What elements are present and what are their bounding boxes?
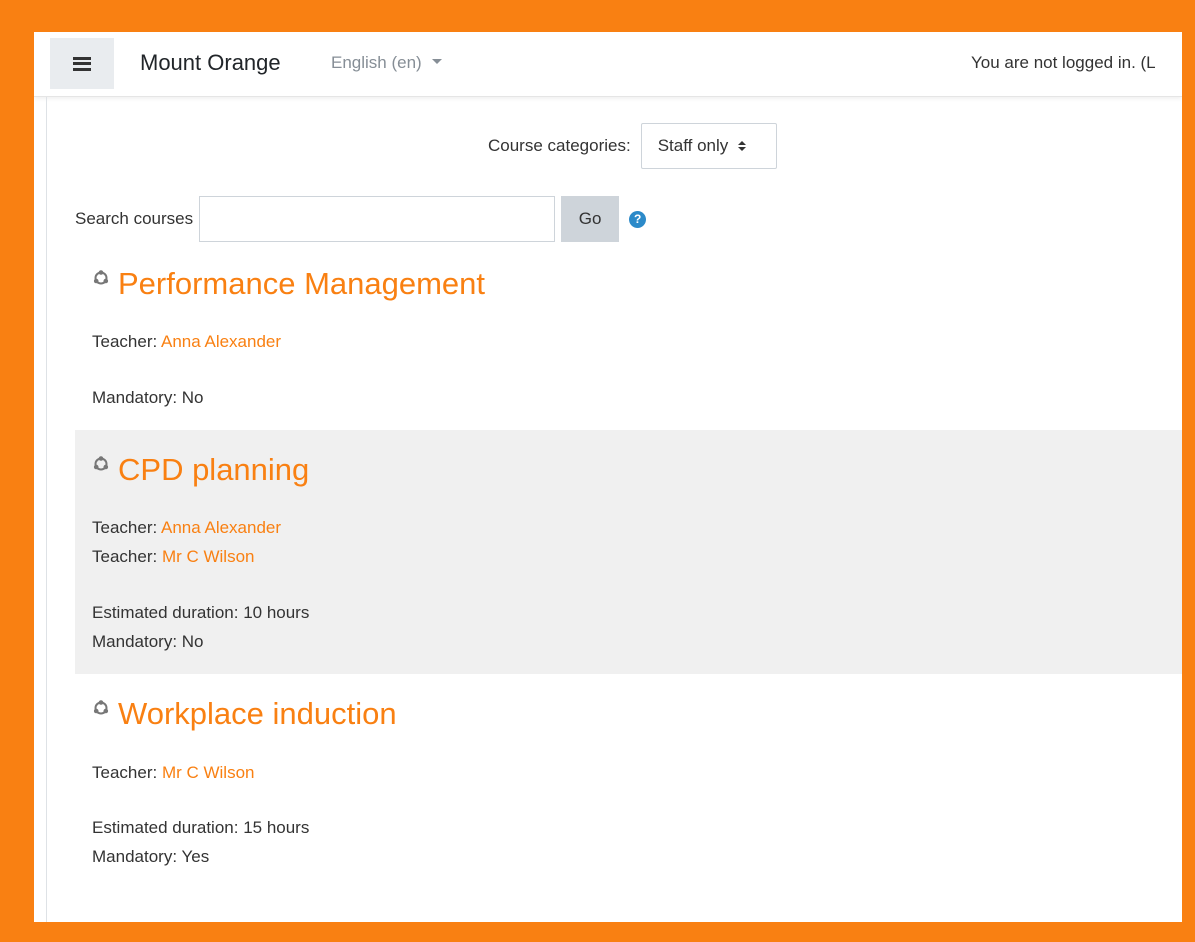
navbar: Mount Orange English (en) You are not lo… — [34, 32, 1182, 97]
course-title-link[interactable]: Performance Management — [118, 266, 485, 302]
course-teacher: Teacher: Mr C Wilson — [92, 763, 255, 782]
language-label: English (en) — [331, 53, 422, 72]
sort-icon — [738, 141, 747, 151]
course-categories-select[interactable]: Staff only — [640, 123, 777, 169]
teacher-link[interactable]: Anna Alexander — [161, 332, 281, 351]
course-duration: Estimated duration: 15 hours — [92, 818, 310, 837]
page-frame: Mount Orange English (en) You are not lo… — [34, 32, 1182, 922]
caret-down-icon — [431, 59, 442, 64]
course-mandatory: Mandatory: No — [92, 632, 204, 651]
course-icon — [93, 700, 109, 715]
course-teacher: Teacher: Anna Alexander — [92, 518, 282, 537]
course-icon — [93, 456, 109, 471]
course-icon — [93, 270, 109, 285]
course-title-link[interactable]: CPD planning — [118, 452, 309, 488]
course-mandatory: Mandatory: No — [92, 388, 204, 407]
course-categories-label: Course categories: — [488, 136, 631, 155]
course-teacher: Teacher: Anna Alexander — [92, 332, 282, 351]
side-drawer-toggle-button[interactable] — [50, 38, 114, 89]
teacher-link[interactable]: Mr C Wilson — [162, 547, 255, 566]
question-circle-icon[interactable]: ? — [629, 210, 647, 228]
teacher-link[interactable]: Mr C Wilson — [162, 763, 255, 782]
course-item: Workplace induction Teacher: Mr C Wilson… — [75, 674, 1182, 894]
search-courses-input[interactable] — [199, 196, 556, 242]
go-button[interactable]: Go — [561, 196, 620, 242]
content-divider — [46, 97, 47, 922]
search-courses-row: Search courses Go ? — [75, 196, 647, 242]
course-categories-row: Course categories: Staff only — [488, 123, 777, 169]
course-categories-value: Staff only — [657, 136, 729, 155]
course-teacher: Teacher: Mr C Wilson — [92, 547, 255, 566]
course-item: CPD planning Teacher: Anna Alexander Tea… — [75, 430, 1182, 674]
course-mandatory: Mandatory: Yes — [92, 847, 210, 866]
login-info: You are not logged in. (L — [971, 53, 1156, 72]
language-menu[interactable]: English (en) — [331, 53, 442, 73]
teacher-link[interactable]: Anna Alexander — [161, 518, 281, 537]
search-courses-label: Search courses — [75, 209, 194, 228]
hamburger-icon — [73, 56, 91, 71]
course-item: Performance Management Teacher: Anna Ale… — [75, 252, 1182, 430]
course-title-link[interactable]: Workplace induction — [118, 696, 397, 732]
site-name[interactable]: Mount Orange — [140, 50, 281, 76]
course-duration: Estimated duration: 10 hours — [92, 603, 310, 622]
